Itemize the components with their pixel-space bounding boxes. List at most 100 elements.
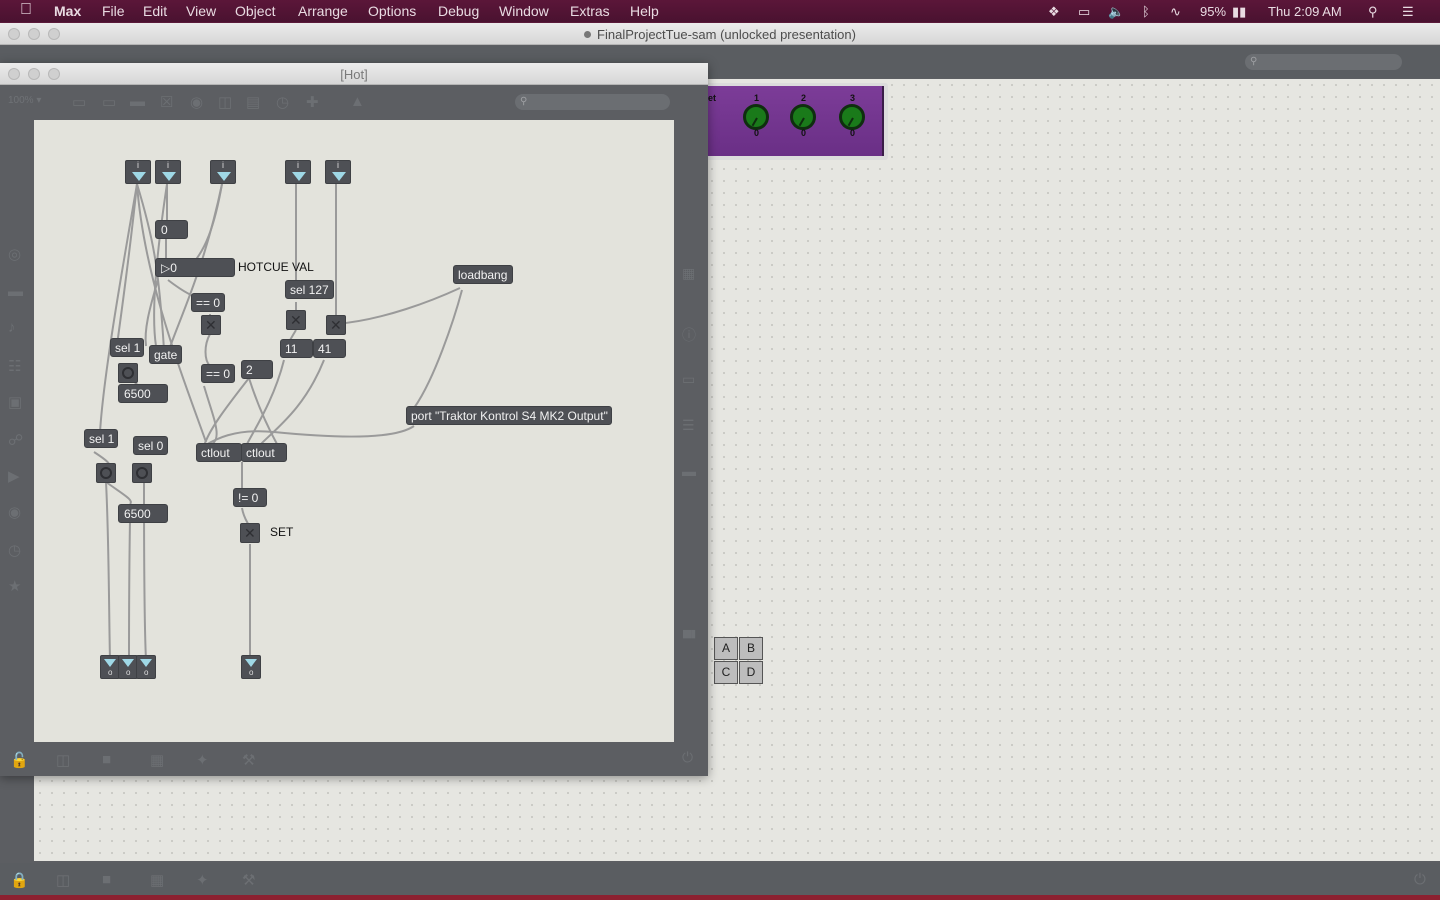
matrix-button-d[interactable]: D [739, 661, 763, 684]
knob-3-dial[interactable] [839, 104, 865, 130]
info-sidebar-icon[interactable]: ⓘ [682, 325, 696, 345]
sel-0-object[interactable]: sel 0 [133, 436, 168, 455]
gate-object[interactable]: gate [149, 345, 182, 364]
eq0-object-a[interactable]: == 0 [191, 293, 225, 312]
hot-lock-icon[interactable]: 🔓 [10, 751, 29, 769]
bang-a[interactable] [118, 363, 138, 383]
battery-percent[interactable]: 95% [1200, 4, 1226, 19]
bang-c[interactable] [132, 463, 152, 483]
presentation-icon[interactable]: ◫ [56, 871, 70, 889]
sidebar-clock-icon[interactable]: ◷ [8, 541, 21, 559]
hot-presentation-icon[interactable]: ◫ [56, 751, 70, 769]
clock[interactable]: Thu 2:09 AM [1268, 4, 1342, 19]
sidebar-fx-icon[interactable]: ☷ [8, 357, 21, 375]
hot-patcher-canvas[interactable]: i i i i i 0 ▷0 HOTCUE VAL loadbang sel 1… [34, 120, 674, 742]
list-sidebar-icon[interactable]: ☰ [682, 417, 695, 434]
ctlout-object-a[interactable]: ctlout [196, 443, 242, 462]
menu-edit[interactable]: Edit [143, 3, 167, 19]
hot-snap-icon[interactable]: ✦ [196, 751, 209, 769]
hot-search-field[interactable]: ⚲ [515, 94, 670, 110]
menu-max[interactable]: Max [54, 3, 81, 19]
hot-dsp-power-icon[interactable]: ⏻ [682, 749, 693, 766]
ctlout-object-b[interactable]: ctlout [241, 443, 287, 462]
apple-menu-icon[interactable]:  [20, 1, 32, 19]
sidebar-music-icon[interactable]: ♪ [8, 319, 16, 336]
sidebar-speaker-icon[interactable]: ◉ [8, 503, 21, 521]
inspector-sidebar-icon[interactable]: ▭ [682, 371, 695, 388]
hot-grid-icon[interactable]: ▦ [150, 751, 164, 769]
grid-icon[interactable]: ▦ [150, 871, 164, 889]
paint-bucket-icon[interactable]: ▲ [350, 93, 365, 110]
menu-help[interactable]: Help [630, 3, 659, 19]
neq0-object[interactable]: != 0 [233, 488, 267, 507]
toggle-a[interactable]: ✕ [201, 315, 221, 335]
knob-1-dial[interactable] [743, 104, 769, 130]
volume-icon[interactable]: 🔈 [1108, 4, 1124, 20]
toggle-b[interactable]: ✕ [286, 310, 306, 330]
knob-2-dial[interactable] [790, 104, 816, 130]
eq0-object-b[interactable]: == 0 [201, 364, 235, 383]
hot-window-titlebar[interactable]: [Hot] [0, 63, 708, 85]
menu-options[interactable]: Options [368, 3, 416, 19]
menu-arrange[interactable]: Arrange [298, 3, 348, 19]
spotlight-icon[interactable]: ⚲ [1368, 4, 1378, 20]
inlet-1[interactable]: i [125, 160, 151, 184]
bang-b[interactable] [96, 463, 116, 483]
message-2[interactable]: 2 [241, 360, 273, 379]
wifi-icon[interactable]: ∿ [1170, 4, 1181, 20]
number-box-zero[interactable]: 0 [155, 220, 188, 239]
set-toggle[interactable]: ✕ [240, 523, 260, 543]
inlet-3[interactable]: i [210, 160, 236, 184]
sidebar-image-icon[interactable]: ▣ [8, 393, 22, 411]
console-sidebar-icon[interactable]: ▬ [682, 463, 696, 479]
outlet-2[interactable]: o [118, 655, 138, 679]
loadbang-object[interactable]: loadbang [453, 265, 513, 284]
message-box-icon[interactable]: ▭ [102, 93, 116, 111]
main-window-titlebar[interactable]: FinalProjectTue-sam (unlocked presentati… [0, 23, 1440, 45]
inlet-5[interactable]: i [325, 160, 351, 184]
matrix-button-b[interactable]: B [739, 637, 763, 660]
hotcue-number-box[interactable]: ▷0 [155, 258, 235, 277]
inlet-2[interactable]: i [155, 160, 181, 184]
battery-icon[interactable]: ▮▮ [1232, 4, 1246, 20]
comment-icon[interactable]: ■ [102, 871, 111, 888]
menu-object[interactable]: Object [235, 3, 275, 19]
wrench-icon[interactable]: ⚒ [242, 871, 255, 889]
outlet-1[interactable]: o [100, 655, 120, 679]
sidebar-star-icon[interactable]: ★ [8, 577, 21, 595]
hot-wrench-icon[interactable]: ⚒ [242, 751, 255, 769]
sel-1-object-b[interactable]: sel 1 [84, 429, 118, 448]
add-object-icon[interactable]: ✚ [306, 93, 319, 111]
menu-view[interactable]: View [186, 3, 216, 19]
purple-bpatcher-panel[interactable]: et 1 0 2 0 3 0 [706, 83, 888, 160]
menu-window[interactable]: Window [499, 3, 549, 19]
menu-extras[interactable]: Extras [570, 3, 610, 19]
outlet-3[interactable]: o [136, 655, 156, 679]
matrix-button-a[interactable]: A [714, 637, 738, 660]
sidebar-plug-icon[interactable]: ☍ [8, 431, 23, 449]
snap-icon[interactable]: ✦ [196, 871, 209, 889]
menu-debug[interactable]: Debug [438, 3, 479, 19]
inlet-4[interactable]: i [285, 160, 311, 184]
bluetooth-icon[interactable]: ᛒ [1142, 4, 1150, 19]
grid-sidebar-icon[interactable]: ▦ [682, 265, 695, 282]
zoom-menu[interactable]: 100% ▾ [8, 95, 41, 106]
sidebar-puzzle-icon[interactable]: ▶ [8, 467, 20, 485]
dial-object-icon[interactable]: ◷ [276, 93, 289, 111]
sel-1-object-a[interactable]: sel 1 [110, 338, 144, 357]
notification-center-icon[interactable]: ☰ [1402, 4, 1414, 20]
bang-object-icon[interactable]: ◉ [190, 93, 203, 111]
panel-object-icon[interactable]: ◫ [218, 93, 232, 111]
message-11[interactable]: 11 [280, 339, 313, 358]
slider-object-icon[interactable]: ▤ [246, 93, 260, 111]
new-object-icon[interactable]: ▭ [72, 93, 86, 111]
sidebar-target-icon[interactable]: ◎ [8, 245, 21, 263]
toggle-object-icon[interactable]: ☒ [160, 93, 173, 111]
sidebar-panel-icon[interactable]: ▬ [8, 283, 23, 300]
lock-icon[interactable]: 🔒 [10, 871, 29, 889]
toggle-c[interactable]: ✕ [326, 315, 346, 335]
main-search-field[interactable]: ⚲ [1245, 54, 1402, 70]
sel-127-object[interactable]: sel 127 [285, 280, 334, 299]
message-41[interactable]: 41 [313, 339, 346, 358]
dsp-power-icon[interactable]: ⏻ [1414, 871, 1426, 888]
